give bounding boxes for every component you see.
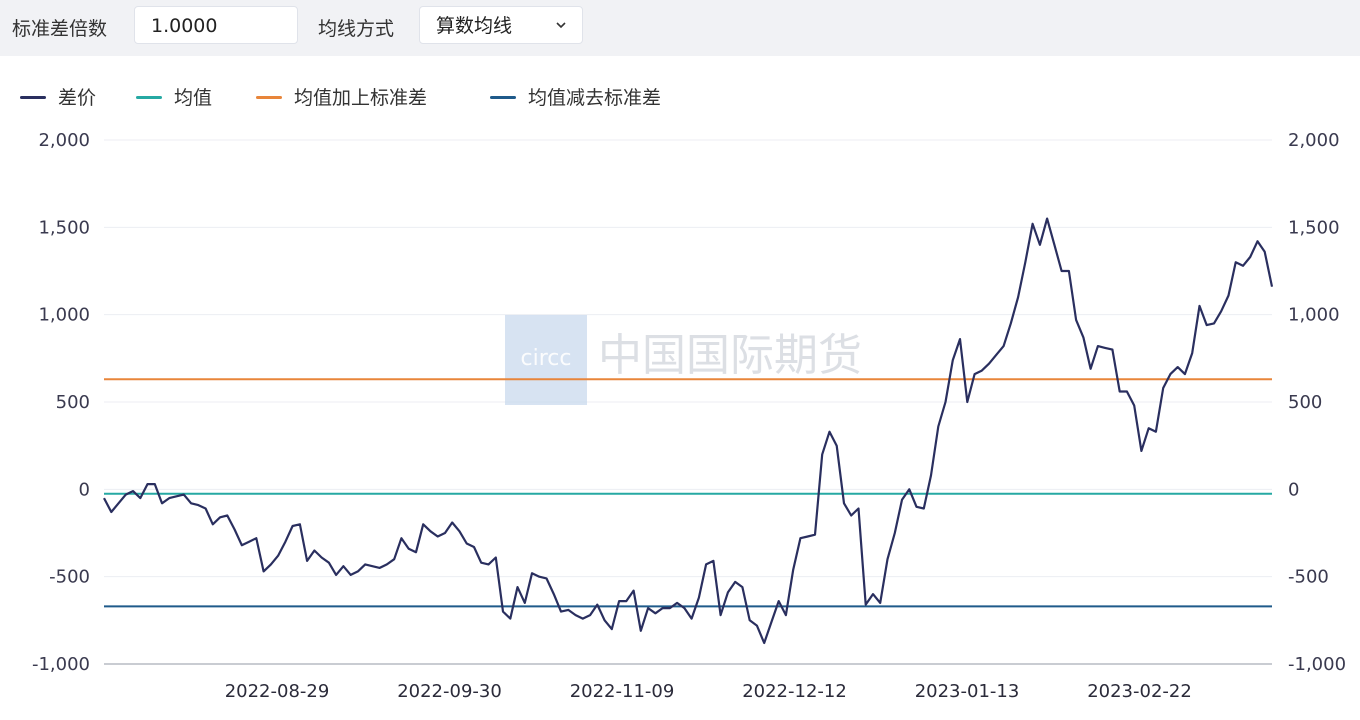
x-tick-label: 2022-09-30 bbox=[397, 681, 502, 702]
y-tick-label-right: -1,000 bbox=[1288, 654, 1346, 675]
toolbar: 标准差倍数 1.0000 均线方式 算数均线 bbox=[0, 0, 1360, 56]
y-tick-label-right: 2,000 bbox=[1288, 130, 1340, 151]
legend-swatch-mean-minus-std bbox=[490, 96, 516, 99]
watermark: circc 中国国际期货 bbox=[505, 315, 862, 405]
ma-method-value: 算数均线 bbox=[436, 15, 513, 37]
y-tick-label-right: 500 bbox=[1288, 392, 1322, 413]
x-tick-label: 2022-11-09 bbox=[570, 681, 675, 702]
y-tick-label-left: 1,000 bbox=[38, 305, 90, 326]
legend-label-spread: 差价 bbox=[58, 87, 97, 109]
watermark-logo-text: circc bbox=[521, 346, 572, 371]
std-multiplier-label: 标准差倍数 bbox=[12, 18, 108, 40]
legend-item-mean-minus-std[interactable]: 均值减去标准差 bbox=[490, 80, 710, 114]
ma-method-label: 均线方式 bbox=[318, 18, 395, 40]
y-tick-label-left: 1,500 bbox=[38, 217, 90, 238]
legend-label-mean-plus-std: 均值加上标准差 bbox=[294, 87, 428, 109]
spread-line-chart: circc 中国国际期货 -1,000 -1,000 -500 -500 0 0 500 50… bbox=[32, 130, 1346, 702]
std-multiplier-input[interactable]: 1.0000 bbox=[134, 6, 298, 44]
legend-label-mean-minus-std: 均值减去标准差 bbox=[528, 87, 662, 109]
x-tick-label: 2022-08-29 bbox=[225, 681, 330, 702]
x-tick-label: 2022-12-12 bbox=[742, 681, 847, 702]
y-tick-label-right: 1,000 bbox=[1288, 305, 1340, 326]
legend-item-spread[interactable]: 差价 bbox=[20, 80, 110, 114]
watermark-cn-text: 中国国际期货 bbox=[598, 330, 862, 381]
y-tick-label-left: -500 bbox=[49, 567, 90, 588]
y-tick-label-left: 500 bbox=[56, 392, 90, 413]
y-tick-label-left: 2,000 bbox=[38, 130, 90, 151]
legend-swatch-mean bbox=[136, 96, 162, 99]
y-tick-label-right: 1,500 bbox=[1288, 217, 1340, 238]
chevron-down-icon bbox=[556, 22, 566, 29]
legend-item-mean[interactable]: 均值 bbox=[136, 80, 236, 114]
legend-item-mean-plus-std[interactable]: 均值加上标准差 bbox=[256, 80, 476, 114]
x-tick-label: 2023-02-22 bbox=[1087, 681, 1192, 702]
ma-method-select[interactable]: 算数均线 bbox=[419, 6, 583, 44]
y-tick-label-right: 0 bbox=[1288, 479, 1299, 500]
y-tick-label-right: -500 bbox=[1288, 567, 1329, 588]
std-multiplier-value: 1.0000 bbox=[151, 15, 218, 37]
legend-label-mean: 均值 bbox=[174, 87, 213, 109]
legend-swatch-mean-plus-std bbox=[256, 96, 282, 99]
y-tick-label-left: 0 bbox=[79, 479, 90, 500]
legend-swatch-spread bbox=[20, 96, 46, 99]
x-tick-label: 2023-01-13 bbox=[915, 681, 1020, 702]
y-tick-label-left: -1,000 bbox=[32, 654, 90, 675]
spread-series-line bbox=[103, 217, 1274, 645]
